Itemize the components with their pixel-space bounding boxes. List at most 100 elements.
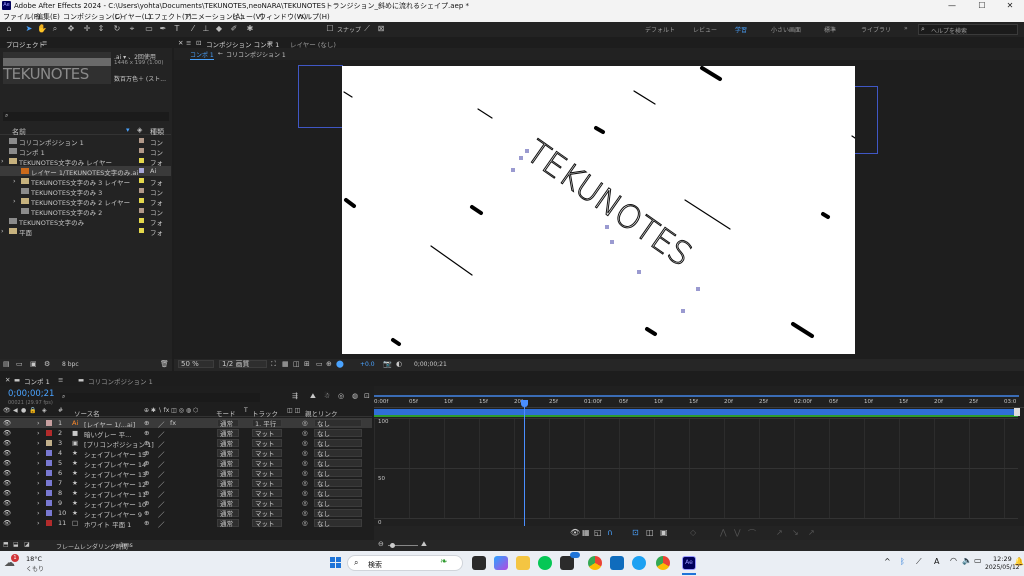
weather-temp[interactable]: 18°C bbox=[26, 555, 42, 563]
panel-menu-icon[interactable]: ≡ bbox=[186, 39, 191, 47]
workspace-more-icon[interactable]: » bbox=[904, 25, 908, 32]
fit-all-icon[interactable]: ▣ bbox=[660, 528, 668, 537]
layer-label-color[interactable] bbox=[46, 420, 52, 426]
rotate-tool-icon[interactable]: ↻ bbox=[112, 24, 122, 34]
show-transform-box-icon[interactable]: ◱ bbox=[594, 528, 602, 537]
label-swatch[interactable] bbox=[139, 188, 144, 193]
parent-dropdown[interactable]: なし bbox=[314, 419, 362, 427]
parent-dropdown[interactable]: なし bbox=[314, 519, 362, 527]
home-icon[interactable]: ⌂ bbox=[4, 24, 14, 34]
graph-type-icon[interactable]: ▦ bbox=[582, 528, 590, 537]
battery-icon[interactable]: ▭ bbox=[974, 556, 982, 565]
time-ruler[interactable]: 0:00f 05f 10f 15f 20f 25f 01:00f 05f 10f 15f 20f 25… bbox=[374, 399, 1024, 408]
comp-flowchart-icon[interactable]: ⇶ bbox=[292, 392, 298, 400]
label-swatch[interactable] bbox=[139, 158, 144, 163]
disclosure-chevron-icon[interactable]: › bbox=[37, 449, 40, 457]
panel-menu-icon[interactable]: ≡ bbox=[58, 376, 63, 384]
layer-row[interactable]: 👁 › 1 Ai [レイヤー 1/...ai] ⊕ ／ fx 通常 1. 平行 ◎ なし bbox=[0, 418, 372, 429]
rectangle-tool-icon[interactable]: ▭ bbox=[144, 24, 154, 34]
clock-time[interactable]: 12:29 bbox=[993, 555, 1012, 563]
track-matte-dropdown[interactable]: マット bbox=[252, 469, 282, 477]
task-view-icon[interactable] bbox=[472, 556, 486, 570]
layer-row[interactable]: 👁 › 10 ★ シェイプレイヤー 9 ⊕ ／通常 マット ◎ なし bbox=[0, 508, 372, 519]
comp-canvas[interactable]: TEKUNOTES bbox=[342, 66, 855, 354]
layer-label-color[interactable] bbox=[46, 460, 52, 466]
wifi-icon[interactable]: ◠ bbox=[950, 556, 957, 565]
show-properties-icon[interactable]: 👁 bbox=[570, 528, 580, 537]
copilot-icon[interactable] bbox=[494, 556, 508, 570]
disclosure-chevron-icon[interactable]: › bbox=[1, 227, 4, 235]
project-item[interactable]: › TEKUNOTES文字のみ 2 レイヤー フォ bbox=[0, 196, 171, 207]
puppet-tool-icon[interactable]: ✱ bbox=[245, 24, 255, 34]
layer-mode-dropdown[interactable]: 通常 bbox=[217, 459, 239, 467]
layer-label-color[interactable] bbox=[46, 470, 52, 476]
layer-mode-dropdown[interactable]: 通常 bbox=[217, 499, 239, 507]
parent-dropdown[interactable]: なし bbox=[314, 439, 362, 447]
menu-layer[interactable]: レイヤー(L) bbox=[114, 12, 151, 22]
label-swatch[interactable] bbox=[139, 178, 144, 183]
layer-row[interactable]: 👁 › 6 ★ シェイプレイヤー 13 ⊕ ／通常 マット ◎ なし bbox=[0, 468, 372, 479]
pick-whip-icon[interactable]: ◎ bbox=[302, 459, 308, 467]
shy-switch-icon[interactable]: ⊕ bbox=[144, 449, 149, 457]
parent-dropdown[interactable]: なし bbox=[314, 509, 362, 517]
column-parent[interactable]: 親とリンク bbox=[305, 408, 338, 418]
pan-camera-icon[interactable]: ✛ bbox=[82, 24, 92, 34]
pen-tool-icon[interactable]: ✒ bbox=[158, 24, 168, 34]
project-search-input[interactable]: ⌕ bbox=[3, 112, 169, 121]
layer-row[interactable]: 👁 › 8 ★ シェイプレイヤー 11 ⊕ ／通常 マット ◎ なし bbox=[0, 488, 372, 499]
region-of-interest-icon[interactable]: ⛶ bbox=[271, 360, 276, 369]
disclosure-chevron-icon[interactable]: › bbox=[1, 157, 4, 165]
close-tab-icon[interactable]: ✕ bbox=[178, 39, 183, 47]
label-swatch[interactable] bbox=[139, 208, 144, 213]
layer-mode-dropdown[interactable]: 通常 bbox=[217, 449, 239, 457]
layer-label-color[interactable] bbox=[46, 500, 52, 506]
disclosure-chevron-icon[interactable]: › bbox=[37, 499, 40, 507]
eye-icon[interactable]: 👁 bbox=[3, 479, 11, 487]
shy-switch-icon[interactable]: ⊕ bbox=[144, 439, 149, 447]
quality-switch-icon[interactable]: ／ bbox=[158, 519, 165, 529]
channel-icon[interactable]: ▭ bbox=[316, 360, 323, 368]
shy-switch-icon[interactable]: ⊕ bbox=[144, 429, 149, 437]
workspace-standard[interactable]: 標準 bbox=[824, 25, 836, 34]
eye-icon[interactable]: 👁 bbox=[3, 509, 11, 517]
project-item[interactable]: コリコンポジション 1 コン bbox=[0, 136, 171, 147]
eraser-tool-icon[interactable]: ◆ bbox=[214, 24, 224, 34]
track-matte-dropdown[interactable]: マット bbox=[252, 429, 282, 437]
disclosure-chevron-icon[interactable]: › bbox=[37, 509, 40, 517]
shy-switch-icon[interactable]: ⊕ bbox=[144, 479, 149, 487]
layer-mode-dropdown[interactable]: 通常 bbox=[217, 439, 239, 447]
label-swatch[interactable] bbox=[139, 218, 144, 223]
label-swatch[interactable] bbox=[139, 148, 144, 153]
file-explorer-icon[interactable] bbox=[516, 556, 530, 570]
shy-layers-icon[interactable]: ☃ bbox=[324, 392, 330, 400]
notification-bell-icon[interactable]: 🔔 bbox=[1014, 557, 1024, 566]
project-item[interactable]: TEKUNOTES文字のみ 2 コン bbox=[0, 206, 171, 217]
snapshot-icon[interactable]: 📷 bbox=[383, 360, 392, 368]
disclosure-chevron-icon[interactable]: › bbox=[37, 459, 40, 467]
disclosure-chevron-icon[interactable]: › bbox=[37, 469, 40, 477]
disclosure-chevron-icon[interactable]: › bbox=[37, 489, 40, 497]
mask-visibility-icon[interactable]: ◫ bbox=[293, 360, 300, 368]
pick-whip-icon[interactable]: ◎ bbox=[302, 439, 308, 447]
layer-label-color[interactable] bbox=[46, 480, 52, 486]
clone-stamp-icon[interactable]: ⊥ bbox=[201, 24, 211, 34]
modes-toggle-icon[interactable]: ◪ bbox=[24, 541, 30, 548]
hand-tool-icon[interactable]: ✋ bbox=[37, 24, 47, 34]
taskbar-search-box[interactable]: ⌕ 検索 ❧ bbox=[347, 555, 463, 571]
layer-label-color[interactable] bbox=[46, 440, 52, 446]
maximize-button[interactable]: ☐ bbox=[968, 0, 996, 11]
project-item[interactable]: コンポ 1 コン bbox=[0, 146, 171, 157]
close-tab-icon[interactable]: ✕ bbox=[5, 376, 10, 384]
layer-label-color[interactable] bbox=[46, 510, 52, 516]
selection-tool-icon[interactable]: ➤ bbox=[24, 24, 34, 34]
column-source-name[interactable]: ソース名 bbox=[74, 408, 100, 418]
layer-row[interactable]: 👁 › 11 □ ホワイト 平面 1 ⊕ ／ 通常 マット ◎ なし bbox=[0, 518, 372, 529]
type-tool-icon[interactable]: T bbox=[172, 24, 182, 34]
layer-mode-dropdown[interactable]: 通常 bbox=[217, 509, 239, 517]
workspace-libraries[interactable]: ライブラリ bbox=[861, 25, 891, 34]
project-item[interactable]: レイヤー 1/TEKUNOTES文字のみ.ai Ai bbox=[0, 166, 171, 177]
project-item[interactable]: › TEKUNOTES文字のみ 3 レイヤー フォ bbox=[0, 176, 171, 187]
eye-icon[interactable]: 👁 bbox=[3, 429, 11, 437]
line-app-icon[interactable] bbox=[538, 556, 552, 570]
parent-dropdown[interactable]: なし bbox=[314, 429, 362, 437]
